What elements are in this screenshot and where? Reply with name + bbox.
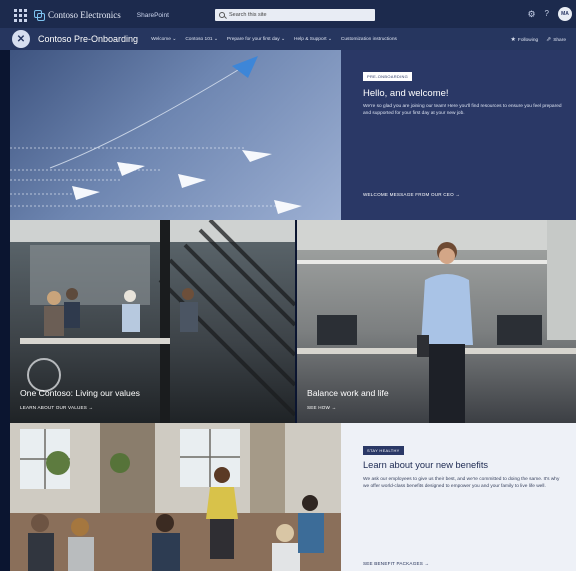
values-tile[interactable]: One Contoso: Living our values LEARN ABO…	[10, 220, 295, 423]
nav-item-customization[interactable]: Customization instructions	[341, 37, 397, 42]
pre-onboarding-tag: PRE-ONBOARDING	[363, 72, 413, 81]
benefits-image-team	[10, 423, 341, 571]
avatar[interactable]: MA	[558, 7, 572, 21]
search-icon	[219, 12, 225, 18]
work-life-tile-link[interactable]: SEE HOW →	[307, 405, 336, 410]
following-label: Following	[517, 37, 539, 43]
stay-healthy-tag: STAY HEALTHY	[363, 446, 404, 455]
help-icon[interactable]: ?	[545, 7, 549, 21]
nav-item-contoso-101[interactable]: Contoso 101 ⌄	[185, 37, 218, 42]
org-brand[interactable]: Contoso Electronics	[34, 10, 121, 21]
search-placeholder: Search this site	[229, 12, 267, 18]
search-box[interactable]: Search this site	[215, 9, 375, 21]
suite-bar: Contoso Electronics SharePoint Search th…	[0, 0, 576, 30]
values-tile-link[interactable]: LEARN ABOUT OUR VALUES →	[20, 405, 93, 410]
app-launcher-icon[interactable]	[10, 5, 30, 25]
ceo-message-link[interactable]: WELCOME MESSAGE FROM OUR CEO →	[363, 192, 460, 197]
site-header: ✕ Contoso Pre-Onboarding Welcome ⌄ Conto…	[0, 28, 576, 50]
work-life-tile-title: Balance work and life	[307, 388, 389, 398]
site-title[interactable]: Contoso Pre-Onboarding	[38, 34, 138, 44]
benefits-panel: STAY HEALTHY Learn about your new benefi…	[341, 423, 576, 571]
following-button[interactable]: ★ Following	[511, 36, 539, 43]
share-label: Share	[553, 37, 566, 43]
share-button[interactable]: ⇗ Share	[546, 36, 566, 43]
star-icon: ★	[510, 36, 516, 43]
hero-body: We're so glad you are joining our team! …	[363, 104, 562, 116]
benefits-body: We ask our employees to give us their be…	[363, 477, 560, 489]
org-name: Contoso Electronics	[48, 10, 121, 20]
hero-heading: Hello, and welcome!	[363, 88, 449, 99]
site-logo-icon[interactable]: ✕	[12, 30, 30, 48]
share-icon: ⇗	[546, 36, 552, 43]
benefits-heading: Learn about your new benefits	[363, 460, 489, 470]
work-life-tile[interactable]: Balance work and life SEE HOW →	[297, 220, 576, 423]
gear-icon[interactable]: ⚙	[527, 7, 535, 21]
benefit-packages-link[interactable]: SEE BENEFIT PACKAGES →	[363, 561, 429, 566]
nav-item-help-support[interactable]: Help & Support ⌄	[294, 37, 332, 42]
hero-panel: PRE-ONBOARDING Hello, and welcome! We're…	[341, 50, 576, 220]
app-name[interactable]: SharePoint	[137, 12, 169, 19]
values-tile-title: One Contoso: Living our values	[20, 388, 140, 398]
hero-image-paper-planes	[10, 50, 341, 220]
nav-item-welcome[interactable]: Welcome ⌄	[151, 37, 176, 42]
nav-item-prepare-first-day[interactable]: Prepare for your first day ⌄	[227, 37, 285, 42]
site-navigation: Welcome ⌄ Contoso 101 ⌄ Prepare for your…	[151, 37, 406, 42]
contoso-logo-icon	[34, 10, 45, 21]
